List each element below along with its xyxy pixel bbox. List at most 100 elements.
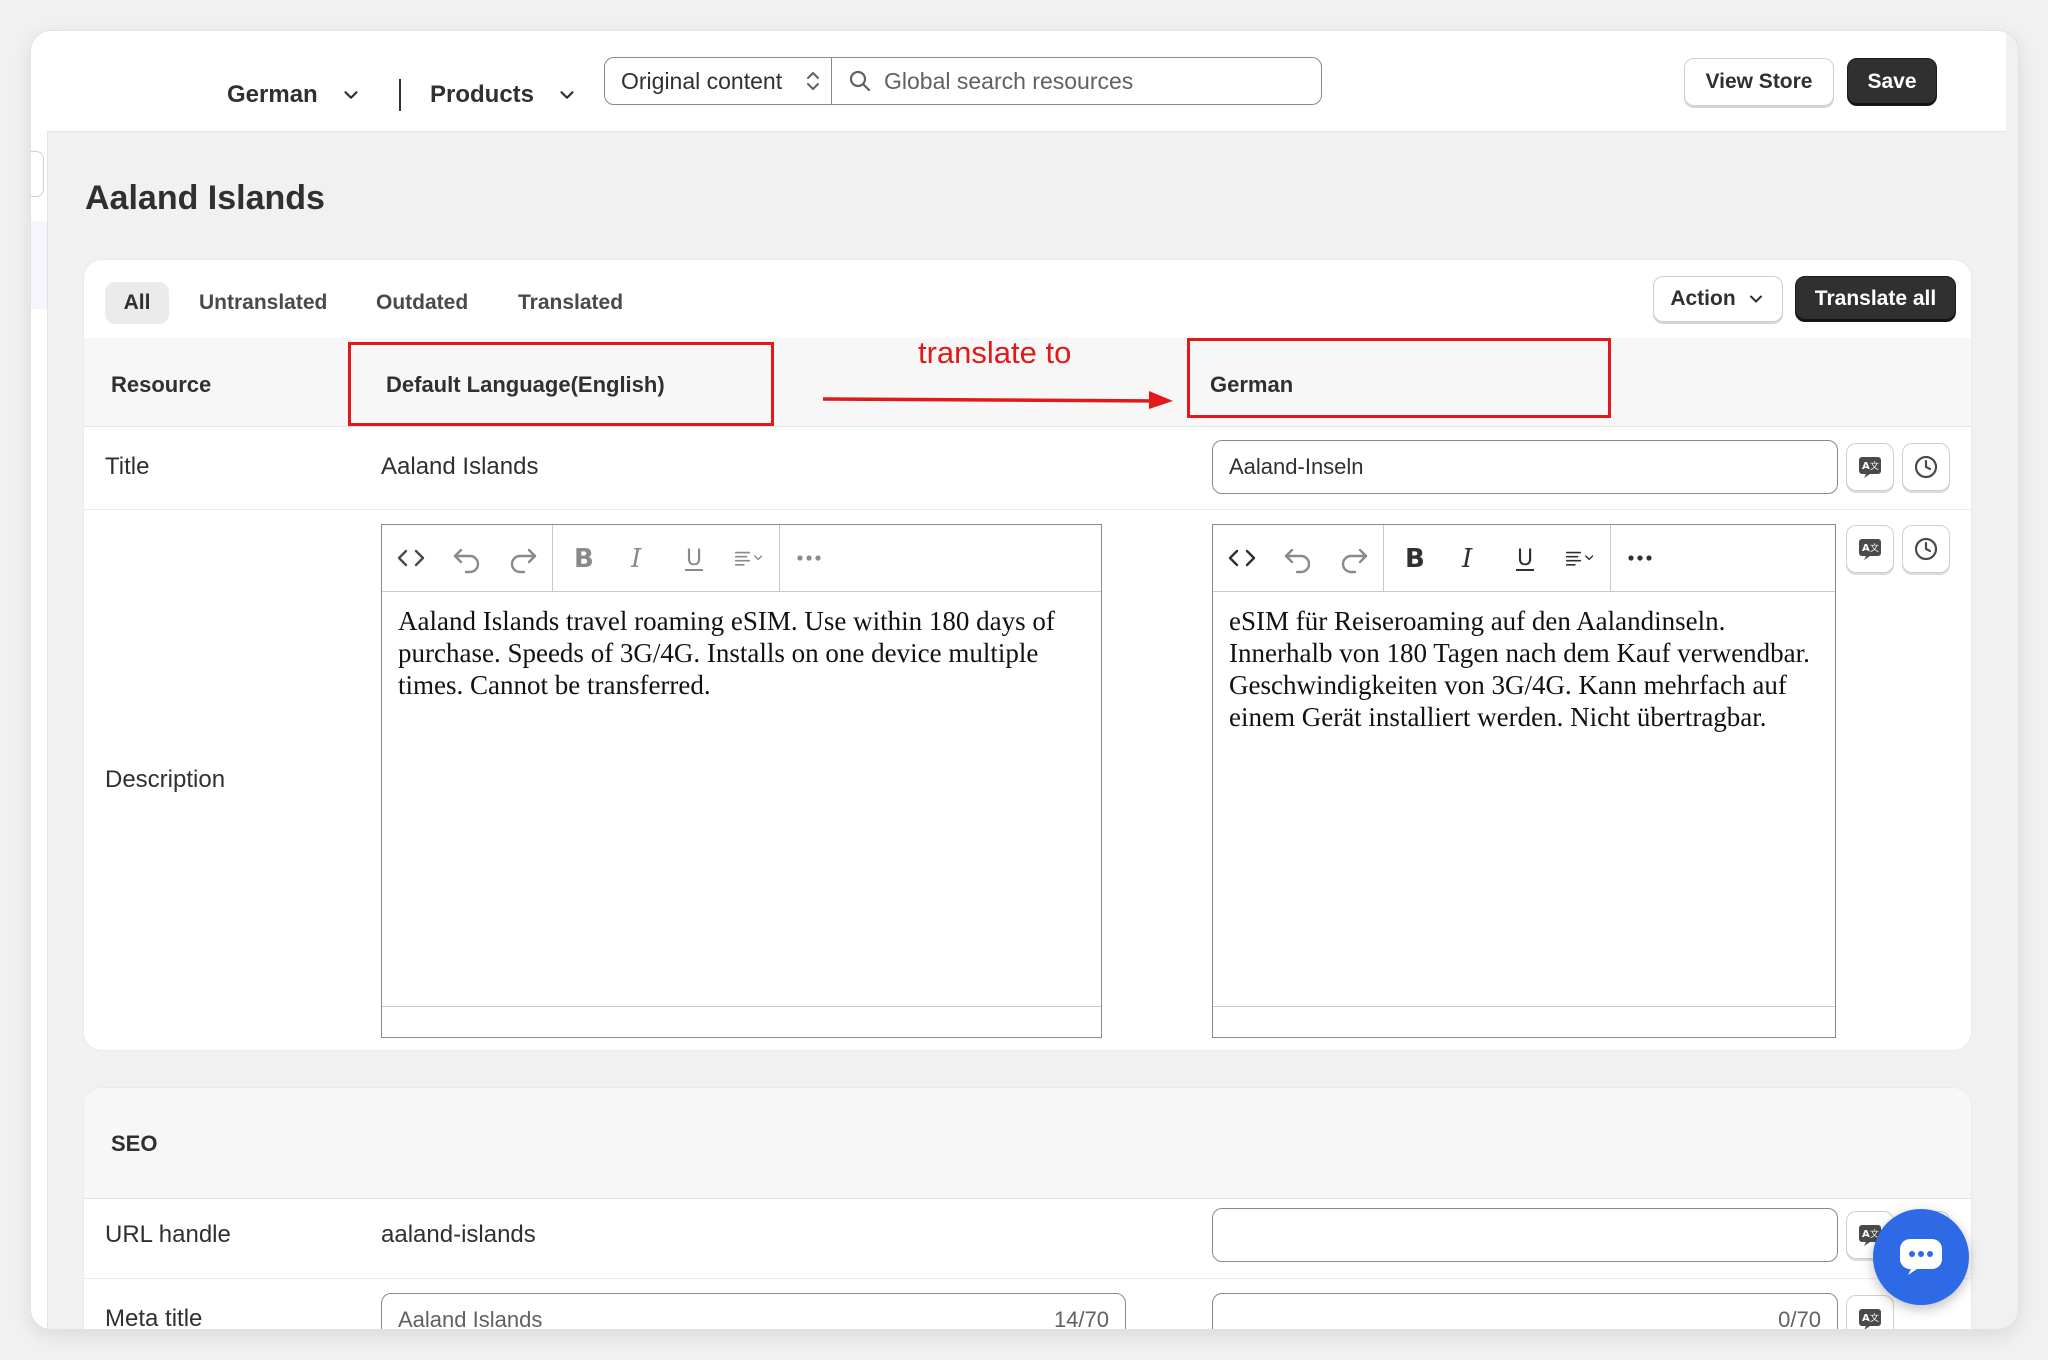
url-handle-translation-input[interactable] xyxy=(1212,1208,1838,1262)
language-selector-label: German xyxy=(227,81,318,108)
translate-icon: A文 xyxy=(1857,454,1883,480)
row-meta-title-label: Meta title xyxy=(105,1305,203,1329)
more-icon[interactable] xyxy=(792,538,826,578)
svg-text:U: U xyxy=(686,546,702,571)
page-title: Aaland Islands xyxy=(85,179,325,217)
meta-title-translation-count: 0/70 xyxy=(1778,1307,1821,1329)
editor-statusbar xyxy=(382,1006,1101,1037)
tab-outdated-label: Outdated xyxy=(376,291,469,314)
search-icon xyxy=(848,69,872,93)
tab-all-label: All xyxy=(123,291,151,314)
translate-title-button[interactable]: A文 xyxy=(1846,443,1894,491)
global-search-input[interactable]: Global search resources xyxy=(832,57,1322,105)
seo-header-row xyxy=(84,1088,1971,1199)
code-view-icon[interactable] xyxy=(394,538,428,578)
meta-title-original-field: Aaland Islands 14/70 xyxy=(381,1293,1126,1329)
sidebar-toggle-button[interactable] xyxy=(31,151,44,197)
svg-text:U: U xyxy=(1517,546,1533,571)
meta-title-label-text: Meta title xyxy=(105,1305,203,1329)
meta-title-translation-input[interactable]: 0/70 xyxy=(1212,1293,1838,1329)
svg-text:文: 文 xyxy=(1870,1312,1879,1324)
svg-text:A: A xyxy=(1862,1313,1870,1324)
align-icon[interactable] xyxy=(1564,538,1598,578)
view-store-button[interactable]: View Store xyxy=(1684,58,1834,106)
content-select-value: Original content xyxy=(621,67,783,94)
sidebar xyxy=(31,131,48,1329)
select-arrows-icon xyxy=(805,68,821,100)
toolbar-group xyxy=(780,525,838,591)
tab-outdated[interactable]: Outdated xyxy=(376,291,468,315)
row-description-label: Description xyxy=(105,766,226,793)
annotation-arrow xyxy=(822,387,1175,416)
translate-all-label: Translate all xyxy=(1814,287,1937,310)
svg-text:A: A xyxy=(1862,1229,1870,1240)
resource-type-label: Products xyxy=(430,81,535,108)
toolbar-group xyxy=(1213,525,1384,591)
align-icon[interactable] xyxy=(733,538,767,578)
meta-title-original-count: 14/70 xyxy=(1053,1307,1109,1329)
chat-button[interactable] xyxy=(1873,1209,1969,1305)
content-select[interactable]: Original content xyxy=(604,57,832,105)
chevron-down-icon[interactable] xyxy=(340,84,362,111)
svg-text:B: B xyxy=(1405,544,1425,574)
translate-meta-title-button[interactable]: A文 xyxy=(1846,1295,1894,1329)
annotation-box-source xyxy=(348,342,774,426)
column-resource: Resource xyxy=(111,372,212,397)
undo-icon[interactable] xyxy=(450,538,484,578)
row-url-handle-label: URL handle xyxy=(105,1221,231,1248)
title-translation-input[interactable]: Aaland-Inseln xyxy=(1212,440,1838,494)
annotation-label: translate to xyxy=(918,335,1072,370)
editor-toolbar: B I U xyxy=(1213,525,1835,592)
svg-text:文: 文 xyxy=(1870,460,1879,472)
more-icon[interactable] xyxy=(1623,538,1657,578)
annotation-box-target xyxy=(1187,338,1611,418)
description-translation-editor[interactable]: B I U eSIM für Reiseroaming auf den Aala… xyxy=(1212,524,1836,1038)
redo-icon[interactable] xyxy=(506,538,540,578)
chevron-down-icon[interactable] xyxy=(556,84,578,111)
tab-translated[interactable]: Translated xyxy=(518,291,623,315)
row-divider xyxy=(84,1278,1971,1279)
history-description-button[interactable] xyxy=(1902,525,1950,573)
editor-statusbar xyxy=(1213,1006,1835,1037)
search-placeholder: Global search resources xyxy=(884,67,1134,94)
svg-text:文: 文 xyxy=(1870,542,1879,554)
row-title-original: Aaland Islands xyxy=(381,453,539,480)
svg-text:A: A xyxy=(1862,461,1870,472)
underline-icon[interactable]: U xyxy=(1508,538,1542,578)
history-title-button[interactable] xyxy=(1902,443,1950,491)
description-original-text: Aaland Islands travel roaming eSIM. Use … xyxy=(398,606,1055,700)
sidebar-item[interactable] xyxy=(31,221,47,309)
redo-icon[interactable] xyxy=(1337,538,1371,578)
seo-header: SEO xyxy=(111,1131,158,1156)
history-clock-icon xyxy=(1913,536,1939,562)
undo-icon[interactable] xyxy=(1281,538,1315,578)
editor-toolbar: B I U xyxy=(382,525,1101,592)
save-button[interactable]: Save xyxy=(1847,58,1937,106)
underline-icon[interactable]: U xyxy=(677,538,711,578)
chevron-down-icon xyxy=(1746,289,1766,309)
action-dropdown-button[interactable]: Action xyxy=(1653,276,1783,322)
meta-title-original-value: Aaland Islands xyxy=(398,1307,543,1329)
bold-icon[interactable]: B xyxy=(1396,538,1430,578)
toolbar-group: B I U xyxy=(553,525,780,591)
translate-all-button[interactable]: Translate all xyxy=(1795,276,1956,322)
language-selector[interactable]: German xyxy=(227,81,318,109)
italic-icon[interactable]: I xyxy=(621,538,655,578)
svg-text:A: A xyxy=(1862,543,1870,554)
code-view-icon[interactable] xyxy=(1225,538,1259,578)
resource-type-selector[interactable]: Products xyxy=(430,81,534,109)
svg-text:B: B xyxy=(574,544,594,574)
tab-all[interactable]: All xyxy=(105,282,169,324)
tab-translated-label: Translated xyxy=(518,291,624,314)
bold-icon[interactable]: B xyxy=(565,538,599,578)
description-original-editor[interactable]: B I U Aaland Islands travel roaming eSIM… xyxy=(381,524,1102,1038)
translate-icon: A文 xyxy=(1857,1306,1883,1329)
toolbar-group: B I U xyxy=(1384,525,1611,591)
view-store-label: View Store xyxy=(1705,70,1813,93)
italic-icon[interactable]: I xyxy=(1452,538,1486,578)
tab-untranslated[interactable]: Untranslated xyxy=(199,291,327,315)
history-clock-icon xyxy=(1913,454,1939,480)
tab-untranslated-label: Untranslated xyxy=(199,291,328,314)
save-label: Save xyxy=(1867,70,1917,93)
translate-description-button[interactable]: A文 xyxy=(1846,525,1894,573)
